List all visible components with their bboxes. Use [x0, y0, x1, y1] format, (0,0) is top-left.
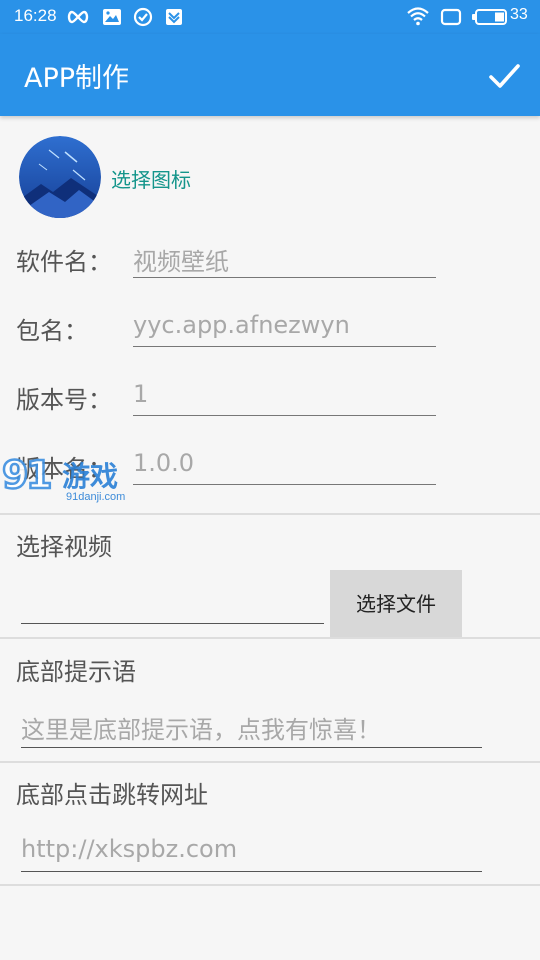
watermark-logo: 9 1 游戏 91danji.com	[1, 452, 126, 503]
package-label: 包名：	[16, 317, 88, 345]
wifi-icon	[407, 7, 429, 26]
check-circle-icon	[133, 7, 153, 27]
divider	[0, 761, 540, 763]
svg-text:9: 9	[2, 453, 28, 497]
package-field[interactable]: yyc.app.afnezwyn	[133, 309, 436, 347]
check-icon[interactable]	[484, 56, 524, 96]
shield-icon	[166, 9, 182, 25]
divider	[0, 513, 540, 515]
choose-icon-link[interactable]: 选择图标	[111, 164, 191, 193]
bottom-hint-title: 底部提示语	[16, 658, 136, 686]
bottom-url-placeholder: http://xkspbz.com	[21, 835, 238, 863]
bottom-url-title: 底部点击跳转网址	[16, 781, 208, 809]
page-title: APP制作	[24, 63, 130, 94]
divider	[0, 637, 540, 639]
app-bar: APP制作	[0, 34, 540, 116]
app-name-label: 软件名：	[16, 248, 112, 276]
status-bar: 16:28 33	[0, 0, 540, 34]
svg-text:游戏: 游戏	[62, 460, 118, 493]
video-path-field[interactable]	[21, 586, 324, 624]
choose-file-button[interactable]: 选择文件	[330, 570, 462, 638]
choose-video-title: 选择视频	[16, 533, 112, 561]
version-name-field[interactable]: 1.0.0	[133, 447, 436, 485]
bottom-url-field[interactable]: http://xkspbz.com	[21, 833, 482, 872]
version-code-field[interactable]: 1	[133, 378, 436, 416]
app-icon-image[interactable]	[19, 136, 101, 218]
battery-level: 33	[510, 6, 528, 23]
bottom-hint-field[interactable]: 这里是底部提示语，点我有惊喜！	[21, 708, 482, 748]
screen-icon	[440, 8, 462, 26]
svg-text:91danji.com: 91danji.com	[66, 491, 125, 503]
battery-icon	[472, 9, 507, 25]
infinity-icon	[67, 10, 89, 24]
app-name-field[interactable]: 视频壁纸	[133, 240, 436, 278]
image-icon	[103, 9, 121, 25]
svg-text:1: 1	[26, 453, 52, 497]
status-time: 16:28	[14, 6, 57, 25]
divider	[0, 884, 540, 886]
bottom-hint-placeholder: 这里是底部提示语，点我有惊喜！	[21, 716, 381, 744]
version-code-label: 版本号：	[16, 386, 112, 414]
